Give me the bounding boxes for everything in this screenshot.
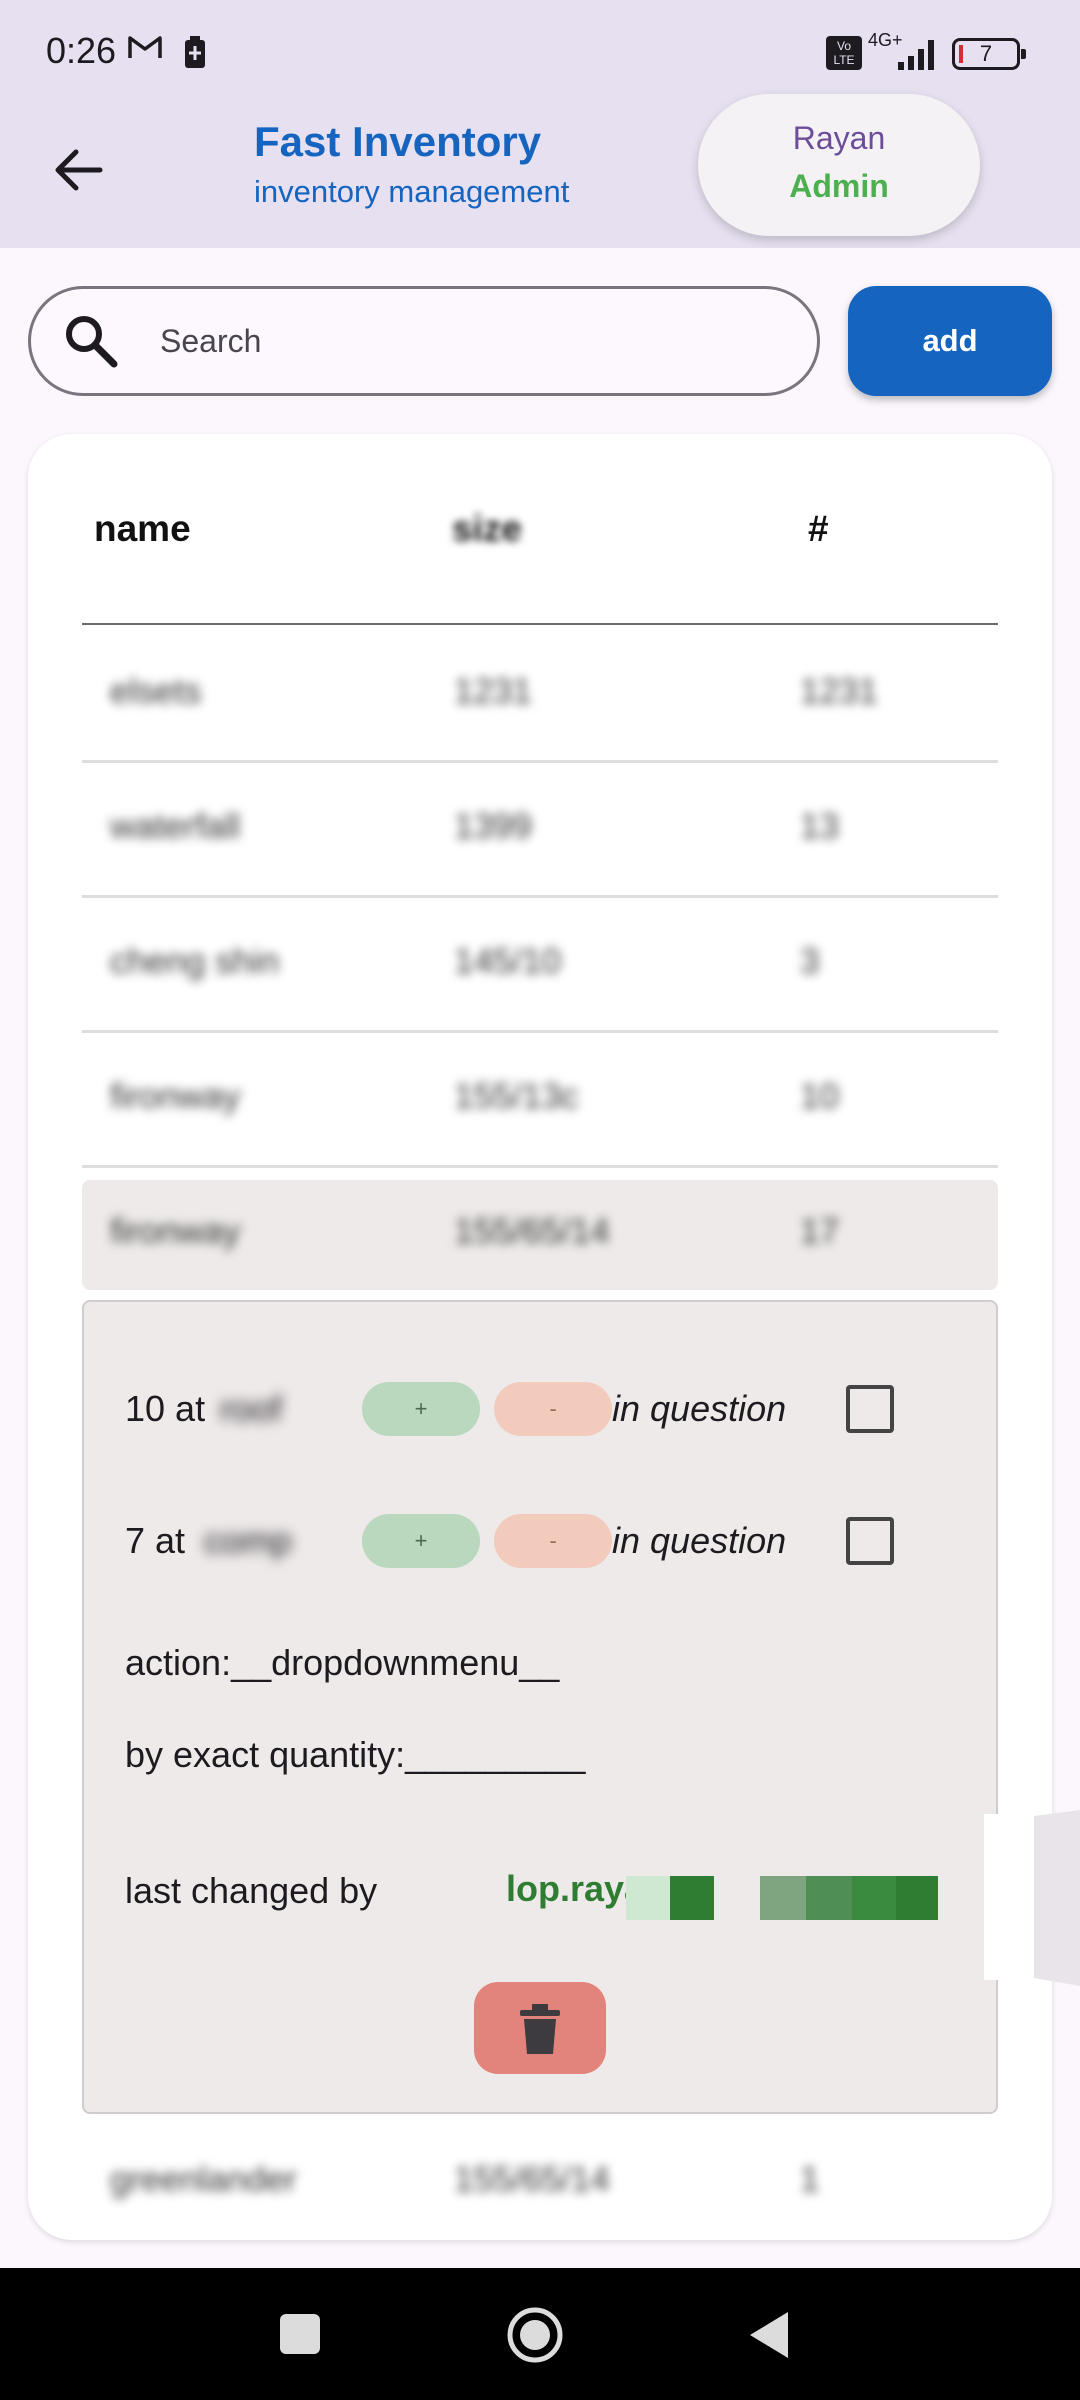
user-name: Rayan [792,120,886,156]
volte-icon: Vo LTE [826,36,862,70]
increment-button[interactable]: + [362,1514,480,1568]
cell-size: 1399 [454,807,532,846]
row-divider [82,895,998,898]
home-icon[interactable] [506,2306,564,2364]
redaction-block [760,1876,806,1920]
search-input[interactable] [160,318,760,364]
gmail-icon [128,36,162,58]
cell-size: 155/13c [454,1077,579,1116]
cell-count: 1231 [800,672,878,711]
row-divider [82,1030,998,1033]
redaction-block [852,1876,896,1920]
increment-button[interactable]: + [362,1382,480,1436]
cell-count: 17 [800,1212,839,1251]
table-row[interactable]: waterfall 1399 13 [82,765,998,899]
header-divider [82,623,998,625]
cell-name: waterfall [110,807,241,846]
cell-count: 10 [800,1077,839,1116]
cell-size: 155/65/14 [454,2160,610,2199]
user-chip[interactable]: Rayan Admin [698,94,980,236]
location-place: comp [204,1520,293,1561]
recents-icon[interactable] [280,2314,320,2354]
status-label: in question [612,1388,787,1429]
in-question-checkbox[interactable] [846,1385,894,1433]
status-label: in question [612,1520,787,1561]
exact-quantity-field[interactable]: by exact quantity:_________ [125,1734,585,1776]
location-quantity: 7 at [125,1520,186,1561]
action-dropdown[interactable]: action:__dropdownmenu__ [125,1642,559,1684]
cell-size: 145/10 [454,942,562,981]
row-divider [82,760,998,763]
location-place: roof [220,1388,283,1429]
cell-count: 1 [800,2160,820,2199]
location-quantity: 10 at [125,1388,206,1429]
column-header-name[interactable]: name [94,508,191,550]
cell-name: cheng shin [110,942,280,981]
redaction-block [806,1876,852,1920]
cell-name: fironway [110,1077,241,1116]
decrement-button[interactable]: - [494,1514,612,1568]
in-question-checkbox[interactable] [846,1517,894,1565]
column-header-size[interactable]: size [452,508,522,550]
table-row[interactable]: cheng shin 145/10 3 [82,900,998,1034]
table-row[interactable]: fironway 155/13c 10 [82,1035,998,1169]
redaction-block [896,1876,938,1920]
back-arrow-icon[interactable] [50,142,106,198]
status-time: 0:26 [46,30,117,71]
search-icon [66,316,118,368]
app-subtitle: inventory management [254,174,570,209]
table-row[interactable]: greenlander 155/65/14 1 [82,2118,998,2252]
user-role: Admin [789,168,889,204]
redaction-block [626,1876,670,1920]
back-triangle-icon[interactable] [748,2310,790,2360]
edge-panel-handle[interactable] [982,1810,1080,1986]
decrement-button[interactable]: - [494,1382,612,1436]
battery-saver-icon [185,36,205,68]
table-row[interactable]: elsets 1231 1231 [82,630,998,764]
cell-size: 155/65/14 [454,1212,610,1251]
cell-name: elsets [110,672,202,711]
cell-size: 1231 [454,672,532,711]
battery-icon: 7 [952,38,1026,70]
cell-name: greenlander [110,2160,297,2199]
cell-count: 3 [800,942,820,981]
trash-icon [520,2004,560,2054]
signal-icon [898,40,934,70]
cell-count: 13 [800,807,839,846]
cell-name: fironway [110,1212,241,1251]
app-title: Fast Inventory [254,118,542,165]
last-changed-label: last changed by [125,1870,378,1911]
redaction-block [670,1876,714,1920]
add-button[interactable]: add [848,286,1052,396]
column-header-count[interactable]: # [808,508,829,550]
row-divider [82,1165,998,1168]
table-row-selected[interactable]: fironway 155/65/14 17 [82,1180,998,1290]
